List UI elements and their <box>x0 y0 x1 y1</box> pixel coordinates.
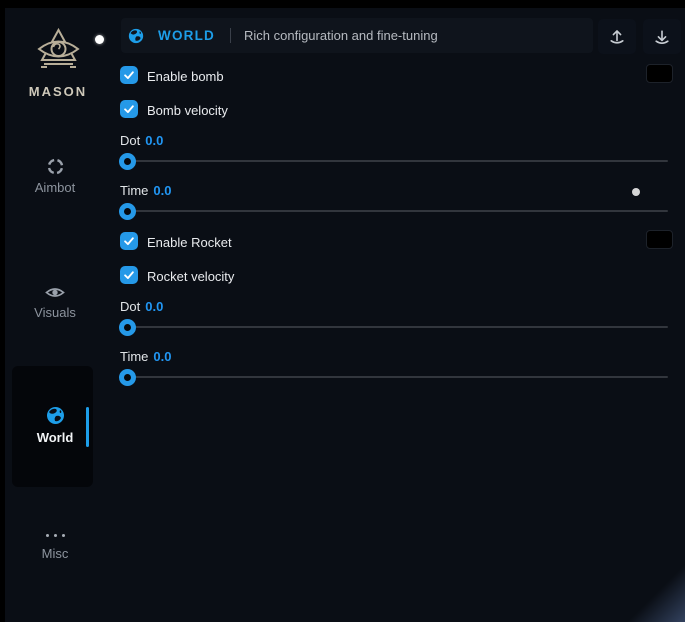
globe-icon <box>46 406 65 425</box>
bomb-velocity-label: Bomb velocity <box>147 103 228 118</box>
rocket-time-slider-track[interactable] <box>120 376 668 378</box>
sidebar-item-world[interactable]: World <box>5 406 105 445</box>
checkmark-icon <box>122 68 136 82</box>
checkmark-icon <box>122 102 136 116</box>
bomb-velocity-checkbox[interactable] <box>120 100 138 118</box>
download-icon <box>653 28 671 46</box>
rocket-time-slider-handle[interactable] <box>119 369 136 386</box>
enable-rocket-checkbox[interactable] <box>120 232 138 250</box>
sidebar-item-visuals[interactable]: Visuals <box>5 285 105 320</box>
crosshair-icon <box>47 158 64 175</box>
checkmark-icon <box>122 234 136 248</box>
rocket-color-swatch[interactable] <box>646 230 673 249</box>
header-bar: WORLD Rich configuration and fine-tuning <box>121 18 593 53</box>
cursor-dot <box>95 35 104 44</box>
bomb-time-slider-handle[interactable] <box>119 203 136 220</box>
mason-logo-icon <box>35 27 82 79</box>
bomb-dot-slider-handle[interactable] <box>119 153 136 170</box>
bomb-color-swatch[interactable] <box>646 64 673 83</box>
enable-bomb-label: Enable bomb <box>147 69 224 84</box>
enable-bomb-checkbox[interactable] <box>120 66 138 84</box>
rocket-dot-slider-label: Dot0.0 <box>120 299 163 314</box>
menu-window <box>5 8 685 622</box>
sidebar-item-label: Visuals <box>5 305 105 320</box>
download-config-button[interactable] <box>643 19 681 54</box>
checkmark-icon <box>122 268 136 282</box>
brand-name: MASON <box>17 84 99 99</box>
bomb-time-slider-label: Time0.0 <box>120 183 171 198</box>
eye-icon <box>45 285 65 300</box>
bomb-time-value: 0.0 <box>153 183 171 198</box>
header-separator <box>230 28 231 43</box>
bomb-dot-value: 0.0 <box>145 133 163 148</box>
page-title: WORLD <box>158 28 215 43</box>
corner-glow <box>615 564 685 622</box>
bomb-dot-slider-track[interactable] <box>120 160 668 162</box>
rocket-dot-slider-track[interactable] <box>120 326 668 328</box>
sidebar-item-label: Aimbot <box>5 180 105 195</box>
upload-config-button[interactable] <box>598 19 636 54</box>
bomb-dot-slider-label: Dot0.0 <box>120 133 163 148</box>
active-tab-indicator <box>86 407 89 447</box>
globe-icon <box>128 28 144 44</box>
ellipsis-icon <box>5 534 105 537</box>
page-subtitle: Rich configuration and fine-tuning <box>244 28 438 43</box>
sidebar-item-misc[interactable]: Misc <box>5 534 105 561</box>
particle-dot <box>632 188 640 196</box>
sidebar-item-label: Misc <box>5 546 105 561</box>
sidebar-item-aimbot[interactable]: Aimbot <box>5 158 105 195</box>
upload-icon <box>608 28 626 46</box>
rocket-dot-value: 0.0 <box>145 299 163 314</box>
enable-rocket-label: Enable Rocket <box>147 235 232 250</box>
rocket-velocity-checkbox[interactable] <box>120 266 138 284</box>
rocket-time-slider-label: Time0.0 <box>120 349 171 364</box>
bomb-time-slider-track[interactable] <box>120 210 668 212</box>
sidebar-item-label: World <box>5 430 105 445</box>
rocket-time-value: 0.0 <box>153 349 171 364</box>
rocket-dot-slider-handle[interactable] <box>119 319 136 336</box>
rocket-velocity-label: Rocket velocity <box>147 269 234 284</box>
